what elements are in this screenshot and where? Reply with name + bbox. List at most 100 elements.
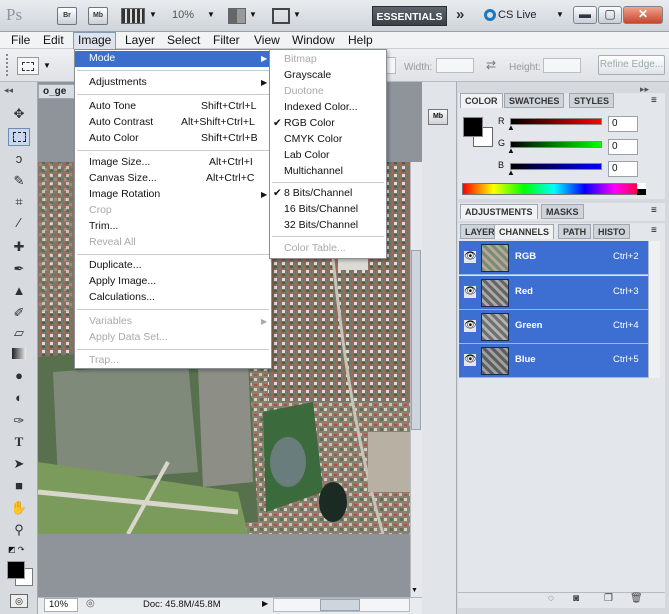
status-info-icon[interactable]: ◎ <box>86 598 95 609</box>
close-button[interactable]: ✕ <box>623 6 663 24</box>
channel-row-green[interactable]: 👁 Green Ctrl+4 <box>459 310 648 344</box>
lasso-tool-icon[interactable]: ↄ <box>8 150 30 168</box>
tab-masks[interactable]: MASKS <box>541 204 584 219</box>
red-slider[interactable] <box>510 118 602 125</box>
menu-layer[interactable]: Layer <box>121 32 159 49</box>
height-field[interactable] <box>543 58 581 73</box>
eye-icon[interactable]: 👁 <box>464 354 477 366</box>
chevron-down-icon[interactable]: ▼ <box>249 10 257 19</box>
save-selection-icon[interactable]: ◙ <box>573 593 579 604</box>
zoom-level-select[interactable]: 10% <box>172 9 194 21</box>
horizontal-scrollbar-thumb[interactable] <box>320 599 360 611</box>
eye-icon[interactable]: 👁 <box>464 251 477 263</box>
panel-menu-icon[interactable]: ≡ <box>651 225 657 236</box>
gradient-tool-icon[interactable] <box>8 345 30 363</box>
hand-tool-icon[interactable]: ✋ <box>8 499 30 517</box>
menu-file[interactable]: File <box>7 32 34 49</box>
tab-adjustments[interactable]: ADJUSTMENTS <box>460 204 538 219</box>
red-value-field[interactable]: 0 <box>608 116 638 132</box>
panel-menu-icon[interactable]: ≡ <box>651 95 657 106</box>
blue-slider[interactable] <box>510 163 602 170</box>
channel-row-red[interactable]: 👁 Red Ctrl+3 <box>459 276 648 310</box>
chevron-down-icon[interactable]: ▼ <box>43 61 51 70</box>
clone-stamp-tool-icon[interactable]: ▲ <box>8 282 30 300</box>
color-ramp[interactable] <box>462 183 646 195</box>
chevron-down-icon[interactable]: ▼ <box>293 10 301 19</box>
channel-row-blue[interactable]: 👁 Blue Ctrl+5 <box>459 344 648 378</box>
menu-item-lab-color[interactable]: Lab Color <box>270 148 386 164</box>
menu-item-multichannel[interactable]: Multichannel <box>270 164 386 180</box>
menu-item-cmyk-color[interactable]: CMYK Color <box>270 132 386 148</box>
blue-value-field[interactable]: 0 <box>608 161 638 177</box>
workspace-essentials-button[interactable]: ESSENTIALS <box>372 6 447 26</box>
tab-color[interactable]: COLOR <box>460 93 503 108</box>
status-zoom-field[interactable]: 10% <box>44 598 78 612</box>
new-channel-icon[interactable]: ❐ <box>604 593 613 604</box>
menu-item-duplicate[interactable]: Duplicate... <box>75 258 271 274</box>
menu-item-trim[interactable]: Trim... <box>75 219 271 235</box>
brush-tool-icon[interactable]: ✒ <box>8 260 30 278</box>
menu-item-adjustments[interactable]: Adjustments ▶ <box>75 75 271 91</box>
menu-item-auto-tone[interactable]: Auto Tone Shift+Ctrl+L <box>75 99 271 115</box>
quick-selection-tool-icon[interactable]: ✎ <box>8 172 30 190</box>
tab-paths[interactable]: PATH <box>558 224 592 239</box>
type-tool-icon[interactable]: T <box>8 433 30 451</box>
status-menu-icon[interactable]: ▶ <box>262 599 268 608</box>
mini-bridge-panel-icon[interactable]: Mb <box>428 109 448 125</box>
menu-window[interactable]: Window <box>288 32 339 49</box>
refine-edge-button[interactable]: Refine Edge... <box>598 55 665 75</box>
scrollbar-thumb[interactable] <box>411 250 421 430</box>
healing-brush-tool-icon[interactable]: ✚ <box>8 238 30 256</box>
menu-select[interactable]: Select <box>163 32 204 49</box>
pen-tool-icon[interactable]: ✑ <box>8 412 30 430</box>
more-workspaces-icon[interactable]: » <box>456 6 464 23</box>
width-field[interactable] <box>436 58 474 73</box>
tab-swatches[interactable]: SWATCHES <box>504 93 565 108</box>
green-value-field[interactable]: 0 <box>608 139 638 155</box>
zoom-tool-icon[interactable]: ⚲ <box>8 521 30 539</box>
eye-icon[interactable]: 👁 <box>464 320 477 332</box>
arrange-documents-icon[interactable] <box>228 8 246 24</box>
quick-mask-icon[interactable]: ◎ <box>10 594 28 608</box>
menu-item-32-bits[interactable]: 32 Bits/Channel <box>270 218 386 234</box>
black-white-ramp[interactable] <box>637 183 646 195</box>
menu-item-16-bits[interactable]: 16 Bits/Channel <box>270 202 386 218</box>
green-slider[interactable] <box>510 141 602 148</box>
chevron-down-icon[interactable]: ▼ <box>207 10 215 19</box>
channel-row-rgb[interactable]: 👁 RGB Ctrl+2 <box>459 241 648 275</box>
panel-menu-icon[interactable]: ≡ <box>651 205 657 216</box>
channels-scrollbar[interactable] <box>648 241 660 378</box>
tab-histogram[interactable]: HISTO <box>593 224 631 239</box>
maximize-button[interactable]: ▢ <box>598 6 622 24</box>
blur-tool-icon[interactable]: ● <box>8 367 30 385</box>
swap-icon[interactable]: ⇄ <box>486 58 496 72</box>
foreground-color-chip[interactable] <box>463 117 483 137</box>
minimize-button[interactable]: ▬ <box>573 6 597 24</box>
slider-handle-icon[interactable]: ▲ <box>507 123 515 132</box>
menu-item-indexed-color[interactable]: Indexed Color... <box>270 100 386 116</box>
bridge-icon[interactable]: Br <box>57 7 77 25</box>
eyedropper-tool-icon[interactable]: ⁄ <box>8 214 30 232</box>
menu-item-auto-color[interactable]: Auto Color Shift+Ctrl+B <box>75 131 271 147</box>
history-brush-tool-icon[interactable]: ✐ <box>8 304 30 322</box>
eye-icon[interactable]: 👁 <box>464 286 477 298</box>
marquee-preset-icon[interactable] <box>17 57 39 75</box>
menu-view[interactable]: View <box>250 32 284 49</box>
tab-channels[interactable]: CHANNELS <box>494 224 555 239</box>
menu-item-calculations[interactable]: Calculations... <box>75 290 271 306</box>
dodge-tool-icon[interactable]: ◐ <box>8 389 30 407</box>
menu-item-grayscale[interactable]: Grayscale <box>270 68 386 84</box>
path-selection-tool-icon[interactable]: ➤ <box>8 455 30 473</box>
menu-item-apply-image[interactable]: Apply Image... <box>75 274 271 290</box>
delete-channel-icon[interactable]: 🗑 <box>630 593 643 604</box>
default-colors-icon[interactable]: ◩ ↷ <box>8 545 24 554</box>
menu-item-image-rotation[interactable]: Image Rotation ▶ <box>75 187 271 203</box>
collapse-icon[interactable]: ◂◂ <box>4 85 13 96</box>
foreground-color-swatch[interactable] <box>7 561 25 579</box>
menu-filter[interactable]: Filter <box>209 32 244 49</box>
move-tool-icon[interactable]: ✥ <box>8 105 30 123</box>
menu-item-mode[interactable]: Mode ▶ <box>75 51 271 67</box>
menu-item-rgb-color[interactable]: ✔ RGB Color <box>270 116 386 132</box>
eraser-tool-icon[interactable]: ▱ <box>8 324 30 342</box>
menu-help[interactable]: Help <box>344 32 377 49</box>
